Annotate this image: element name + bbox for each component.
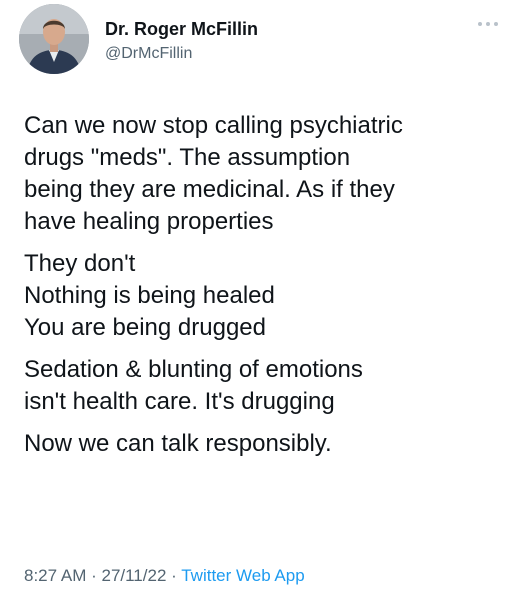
tweet-meta: 8:27 AM · 27/11/22 · Twitter Web App <box>24 565 305 587</box>
tweet-line: isn't health care. It's drugging <box>24 388 335 415</box>
tweet-line: being they are medicinal. As if they <box>24 176 395 203</box>
tweet-line: Can we now stop calling psychiatric <box>24 112 403 139</box>
user-handle[interactable]: @DrMcFillin <box>105 44 192 64</box>
tweet-date[interactable]: 27/11/22 <box>101 566 166 585</box>
tweet-paragraph: Sedation & blunting of emotions isn't he… <box>24 354 504 418</box>
tweet-line: Now we can talk responsibly. <box>24 430 332 457</box>
display-name[interactable]: Dr. Roger McFillin <box>105 18 258 40</box>
tweet-line: You are being drugged <box>24 314 266 341</box>
tweet-line: have healing properties <box>24 208 274 235</box>
tweet-line: Sedation & blunting of emotions <box>24 356 363 383</box>
more-dot <box>486 22 490 26</box>
tweet-source-link[interactable]: Twitter Web App <box>181 566 304 585</box>
tweet-text: Can we now stop calling psychiatric drug… <box>24 110 504 470</box>
profile-photo-icon <box>19 4 89 74</box>
more-dot <box>478 22 482 26</box>
more-dot <box>494 22 498 26</box>
avatar[interactable] <box>19 4 89 74</box>
more-options-icon[interactable] <box>478 18 498 30</box>
meta-separator: · <box>166 566 182 585</box>
tweet-line: They don't <box>24 250 136 277</box>
tweet-paragraph: Now we can talk responsibly. <box>24 428 504 460</box>
meta-separator: · <box>86 566 102 585</box>
tweet-card: Dr. Roger McFillin @DrMcFillin Can we no… <box>0 0 513 600</box>
tweet-paragraph: They don't Nothing is being healed You a… <box>24 248 504 344</box>
tweet-time[interactable]: 8:27 AM <box>24 566 86 585</box>
tweet-paragraph: Can we now stop calling psychiatric drug… <box>24 110 504 238</box>
tweet-line: drugs "meds". The assumption <box>24 144 351 171</box>
tweet-line: Nothing is being healed <box>24 282 275 309</box>
